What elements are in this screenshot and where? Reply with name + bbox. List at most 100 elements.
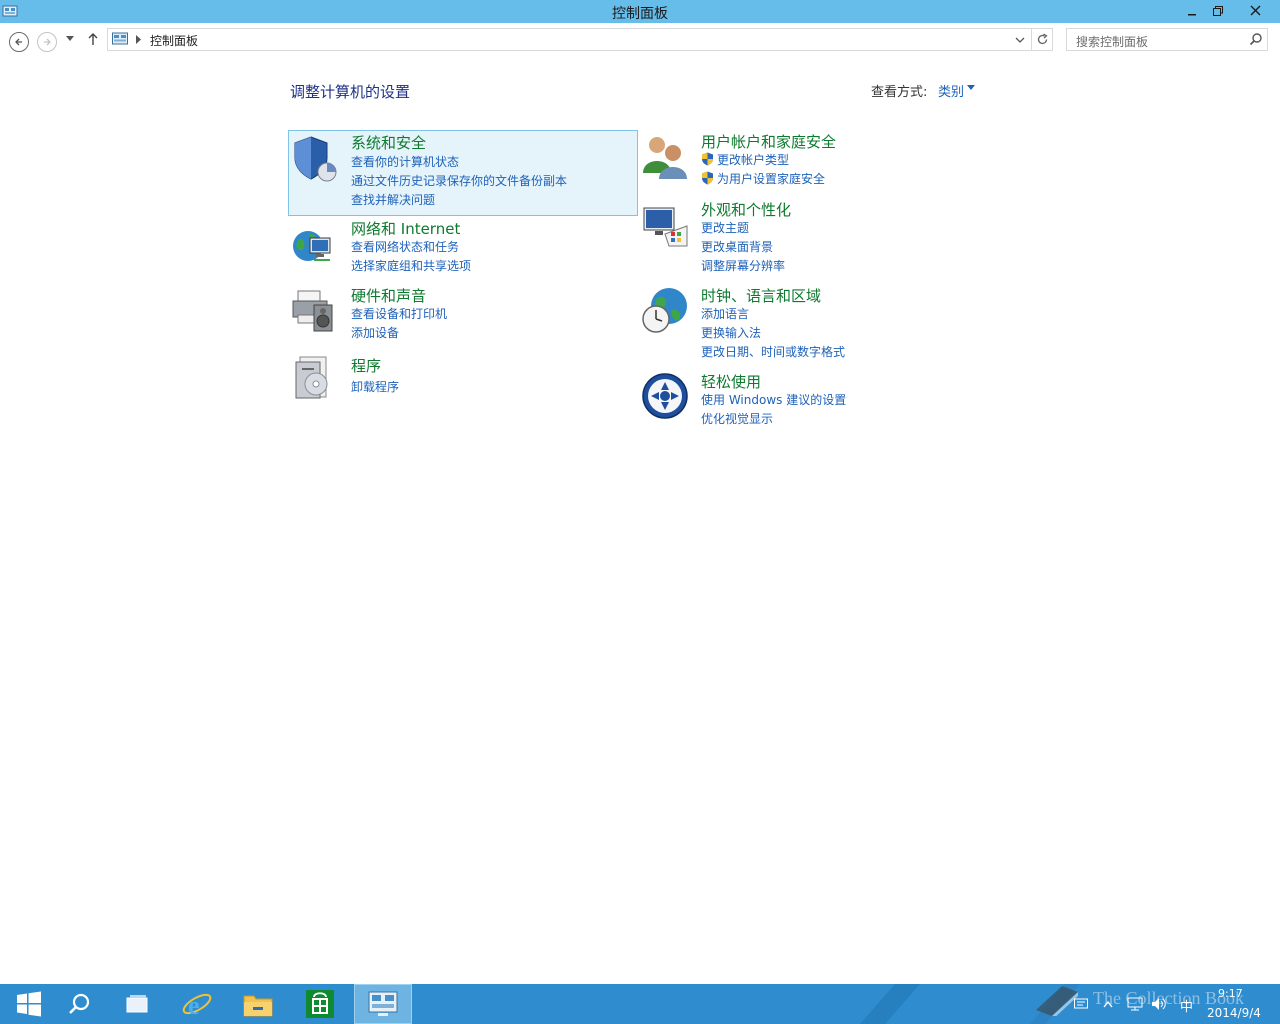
file-explorer-icon bbox=[243, 995, 273, 1017]
arrow-left-icon bbox=[15, 38, 22, 46]
category-link[interactable]: 优化视觉显示 bbox=[701, 410, 773, 427]
action-center-icon[interactable] bbox=[1074, 998, 1088, 1010]
category-link-label: 更改帐户类型 bbox=[717, 153, 790, 167]
arrow-right-icon bbox=[44, 38, 51, 46]
category-link[interactable]: 通过文件历史记录保存你的文件备份副本 bbox=[351, 172, 567, 189]
category-clock-language-region[interactable]: 时钟、语言和区域 添加语言 更换输入法 更改日期、时间或数字格式 bbox=[640, 284, 880, 362]
clock-globe-icon bbox=[642, 288, 687, 333]
page-title: 调整计算机的设置 bbox=[290, 83, 411, 101]
recent-locations-button[interactable] bbox=[66, 35, 74, 45]
monitor-palette-icon bbox=[643, 207, 688, 247]
book-watermark-icon bbox=[1036, 986, 1078, 1016]
store-icon bbox=[306, 990, 334, 1018]
category-link[interactable]: 使用 Windows 建议的设置 bbox=[701, 391, 846, 408]
close-icon bbox=[1250, 5, 1260, 16]
forward-button[interactable] bbox=[37, 32, 57, 52]
svg-text:e: e bbox=[188, 991, 200, 1020]
programs-disc-icon bbox=[295, 356, 328, 399]
internet-explorer-button[interactable]: e bbox=[168, 984, 226, 1024]
category-link[interactable]: 查看你的计算机状态 bbox=[351, 153, 459, 170]
ime-indicator[interactable]: 中 bbox=[1180, 996, 1193, 1015]
printer-speaker-icon bbox=[292, 290, 333, 332]
category-heading[interactable]: 用户帐户和家庭安全 bbox=[701, 131, 836, 152]
search-button[interactable] bbox=[50, 984, 108, 1024]
clock-date[interactable]: 2014/9/4 bbox=[1207, 1006, 1261, 1020]
volume-icon[interactable] bbox=[1151, 997, 1167, 1011]
category-link[interactable]: 选择家庭组和共享选项 bbox=[351, 257, 471, 274]
task-view-icon bbox=[126, 995, 148, 1013]
network-icon[interactable] bbox=[1127, 997, 1143, 1011]
breadcrumb[interactable]: 控制面板 bbox=[150, 32, 198, 49]
back-button[interactable] bbox=[9, 32, 29, 52]
address-bar[interactable]: 控制面板 bbox=[107, 28, 1053, 51]
category-appearance[interactable]: 外观和个性化 更改主题 更改桌面背景 调整屏幕分辨率 bbox=[640, 198, 880, 276]
category-link[interactable]: 更改帐户类型 bbox=[701, 151, 789, 168]
chevron-down-icon bbox=[66, 36, 74, 41]
shield-icon bbox=[294, 136, 337, 182]
category-ease-of-access[interactable]: 轻松使用 使用 Windows 建议的设置 优化视觉显示 bbox=[640, 370, 880, 430]
show-hidden-icons-icon[interactable] bbox=[1103, 1000, 1113, 1008]
category-heading[interactable]: 外观和个性化 bbox=[701, 199, 791, 220]
search-icon bbox=[69, 993, 90, 1014]
category-link-label: 为用户设置家庭安全 bbox=[717, 172, 826, 186]
category-heading[interactable]: 网络和 Internet bbox=[351, 218, 460, 239]
category-heading[interactable]: 轻松使用 bbox=[701, 371, 761, 392]
window-title: 控制面板 bbox=[612, 6, 668, 22]
category-link[interactable]: 查找并解决问题 bbox=[351, 191, 435, 208]
users-icon bbox=[643, 137, 687, 179]
restore-icon bbox=[1213, 5, 1223, 16]
search-input[interactable]: 搜索控制面板 bbox=[1076, 33, 1148, 50]
search-box[interactable]: 搜索控制面板 bbox=[1066, 28, 1268, 51]
view-by-label: 查看方式: bbox=[871, 85, 928, 100]
control-panel-icon bbox=[368, 991, 398, 1016]
store-button[interactable] bbox=[291, 984, 349, 1024]
category-heading[interactable]: 程序 bbox=[351, 355, 381, 376]
minimize-button[interactable] bbox=[1180, 0, 1204, 21]
close-button[interactable] bbox=[1232, 0, 1278, 21]
category-link[interactable]: 更改日期、时间或数字格式 bbox=[701, 343, 845, 360]
chevron-right-icon[interactable] bbox=[136, 35, 142, 44]
minimize-icon bbox=[1188, 13, 1196, 15]
category-hardware-sound[interactable]: 硬件和声音 查看设备和打印机 添加设备 bbox=[288, 284, 638, 344]
refresh-icon[interactable] bbox=[1036, 33, 1049, 46]
uac-shield-icon bbox=[702, 152, 713, 166]
category-link[interactable]: 更改主题 bbox=[701, 219, 749, 236]
control-panel-taskbar-button[interactable] bbox=[354, 984, 412, 1024]
category-heading[interactable]: 时钟、语言和区域 bbox=[701, 285, 821, 306]
category-user-accounts[interactable]: 用户帐户和家庭安全 更改帐户类型 为用户设置家庭安全 bbox=[640, 130, 880, 190]
arrow-up-icon bbox=[88, 33, 98, 45]
internet-explorer-icon: e bbox=[182, 991, 212, 1020]
file-explorer-button[interactable] bbox=[229, 984, 287, 1024]
network-globe-icon bbox=[293, 231, 331, 261]
uac-shield-icon bbox=[702, 171, 713, 185]
category-link[interactable]: 添加设备 bbox=[351, 324, 399, 341]
category-link[interactable]: 调整屏幕分辨率 bbox=[701, 257, 785, 274]
address-divider bbox=[1031, 29, 1032, 50]
category-link[interactable]: 查看设备和打印机 bbox=[351, 305, 447, 322]
category-link[interactable]: 查看网络状态和任务 bbox=[351, 238, 459, 255]
view-by-dropdown-icon[interactable] bbox=[967, 85, 975, 90]
clock-time[interactable]: 9:17 bbox=[1218, 987, 1243, 1000]
category-link[interactable]: 添加语言 bbox=[701, 305, 749, 322]
control-panel-icon bbox=[112, 32, 128, 45]
category-link[interactable]: 卸载程序 bbox=[351, 378, 399, 395]
category-heading[interactable]: 系统和安全 bbox=[351, 132, 426, 153]
view-by-dropdown[interactable]: 类别 bbox=[938, 81, 964, 100]
category-system-security[interactable]: 系统和安全 查看你的计算机状态 通过文件历史记录保存你的文件备份副本 查找并解决… bbox=[288, 130, 638, 216]
restore-button[interactable] bbox=[1206, 0, 1230, 21]
category-heading[interactable]: 硬件和声音 bbox=[351, 285, 426, 306]
address-history-dropdown-icon[interactable] bbox=[1015, 37, 1025, 44]
title-bar: 控制面板 bbox=[0, 0, 1280, 23]
category-network-internet[interactable]: 网络和 Internet 查看网络状态和任务 选择家庭组和共享选项 bbox=[288, 217, 638, 277]
taskbar: e The Collection Book 中 9:17 2014/9/4 bbox=[0, 984, 1280, 1024]
task-view-button[interactable] bbox=[108, 984, 166, 1024]
navigation-bar: 控制面板 搜索控制面板 bbox=[0, 23, 1280, 59]
up-button[interactable] bbox=[87, 32, 99, 50]
category-link[interactable]: 更换输入法 bbox=[701, 324, 761, 341]
search-icon[interactable] bbox=[1249, 32, 1263, 46]
category-programs[interactable]: 程序 卸载程序 bbox=[288, 354, 638, 404]
category-link[interactable]: 为用户设置家庭安全 bbox=[701, 170, 825, 187]
category-link[interactable]: 更改桌面背景 bbox=[701, 238, 773, 255]
ease-of-access-icon bbox=[642, 373, 688, 419]
start-icon bbox=[17, 991, 41, 1017]
